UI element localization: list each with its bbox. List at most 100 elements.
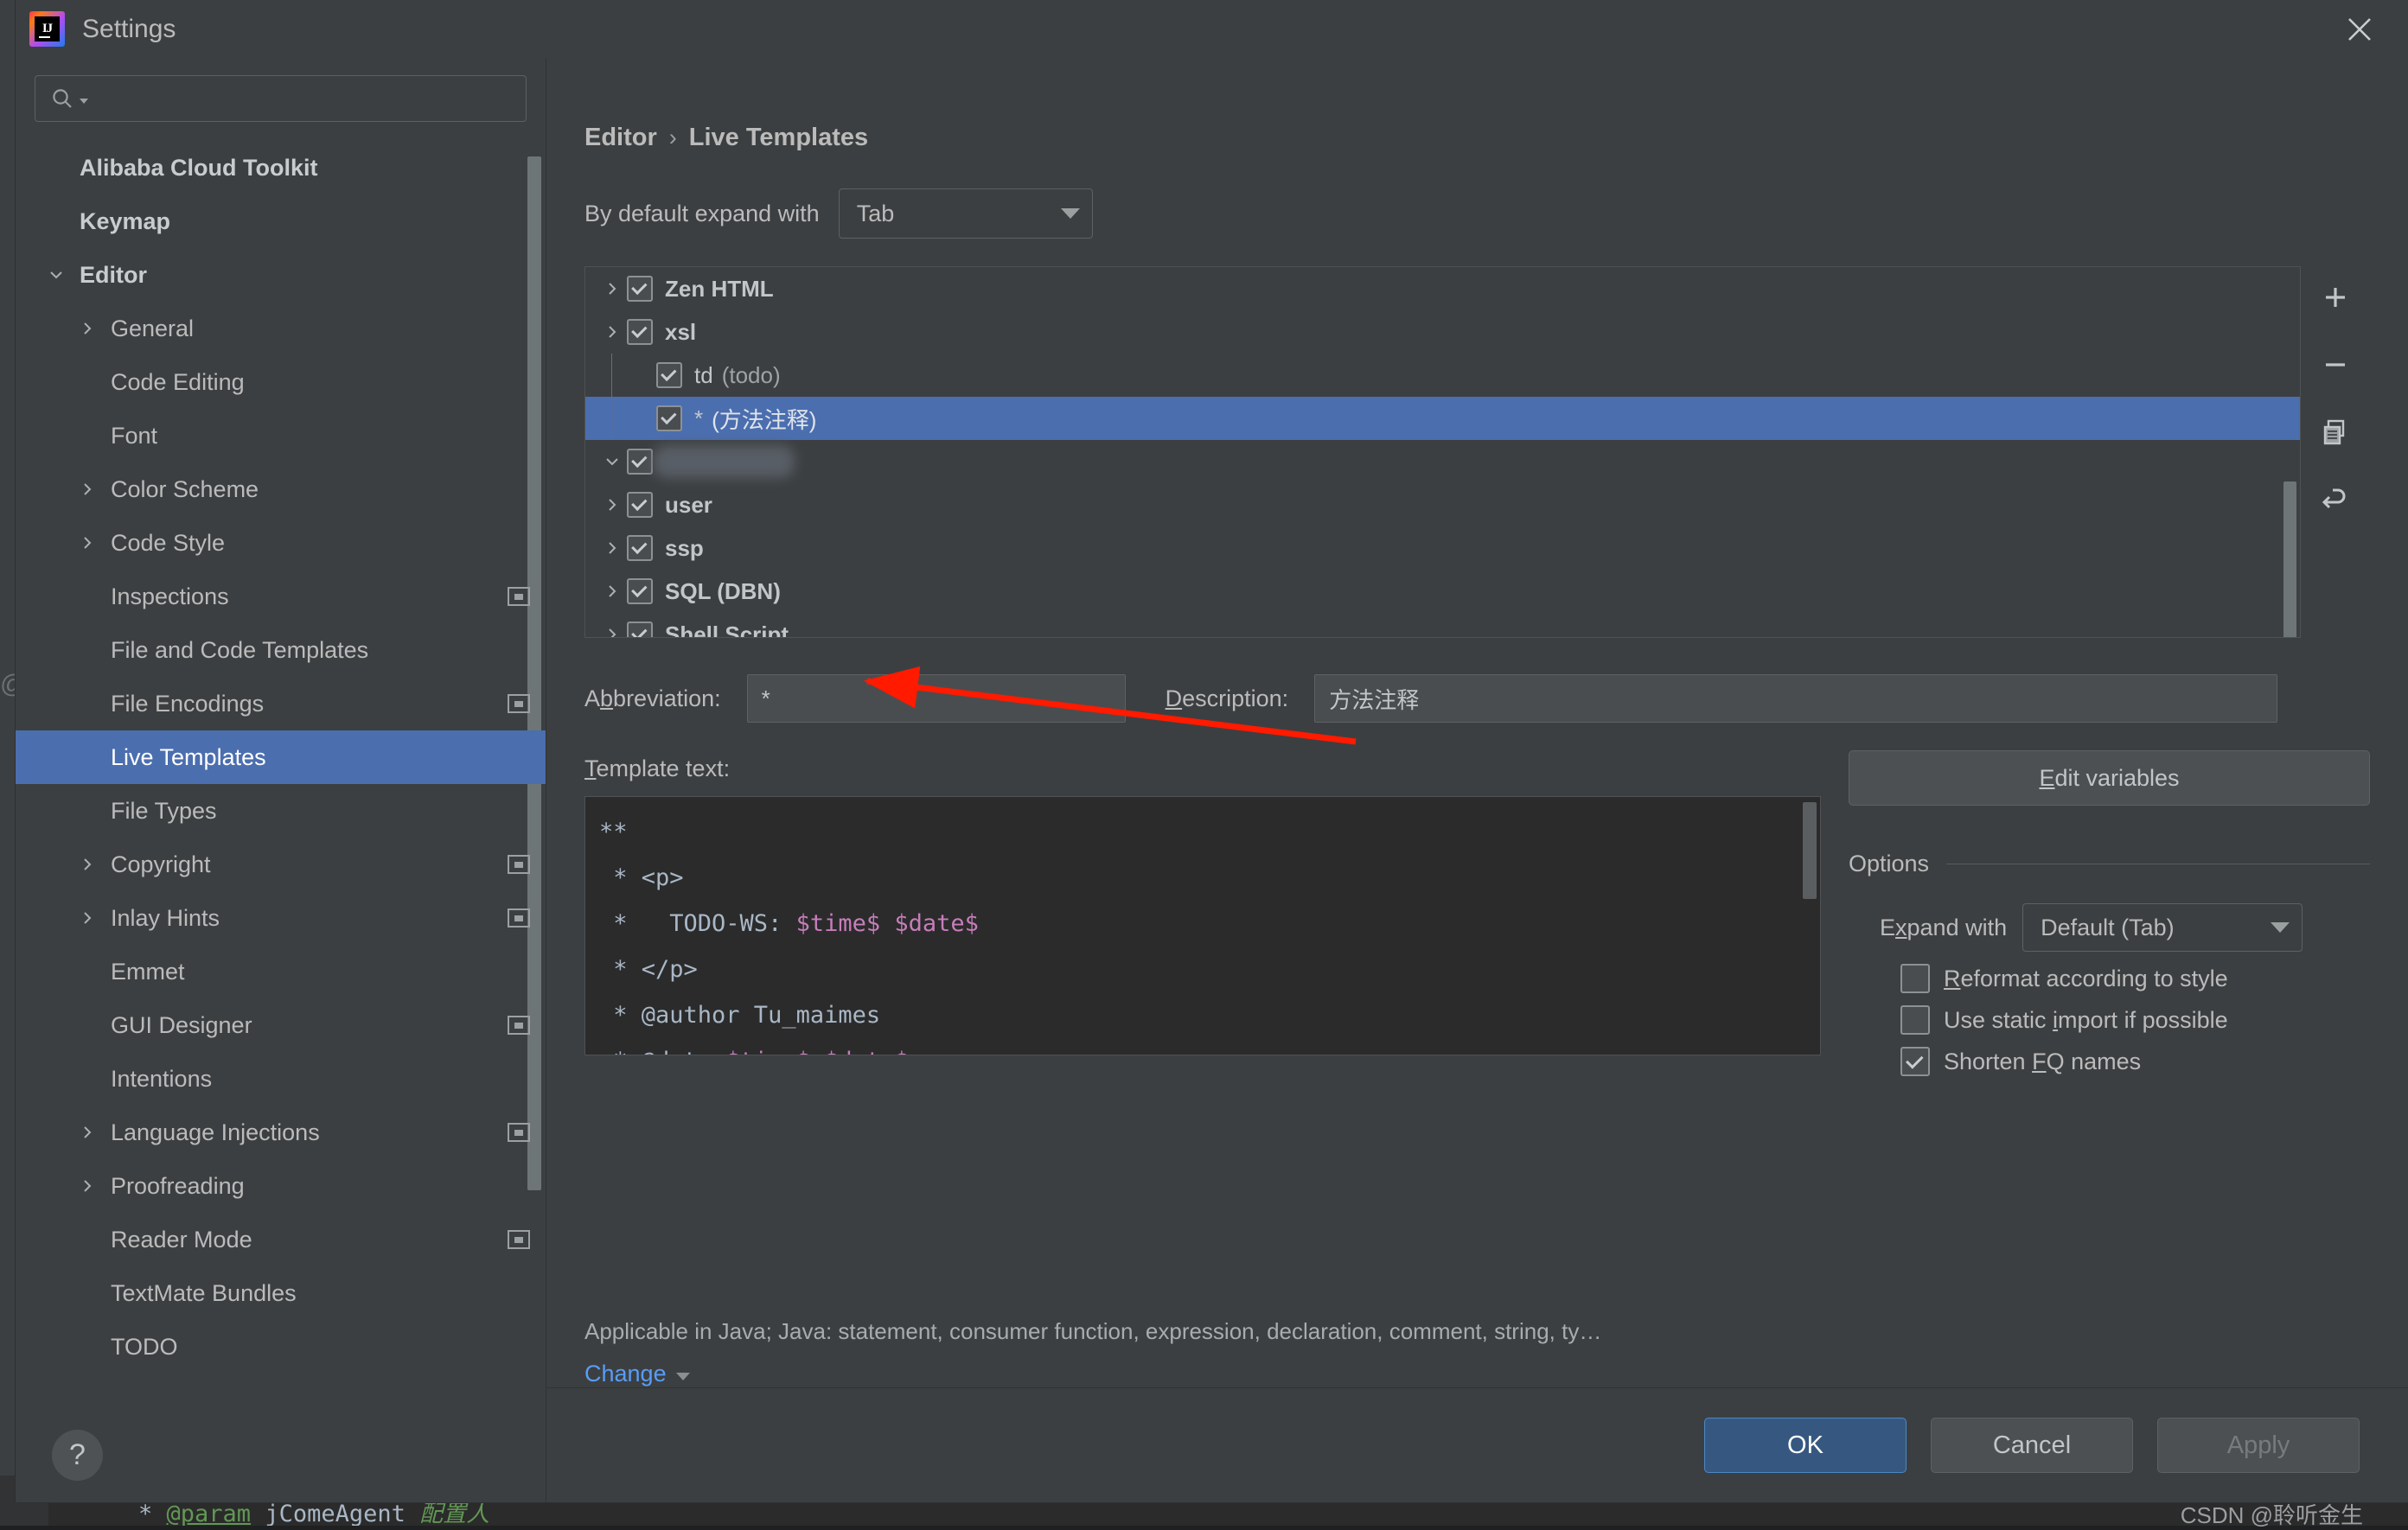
sidebar-tree[interactable]: Alibaba Cloud ToolkitKeymapEditor General… xyxy=(16,141,546,1407)
sidebar-item-todo[interactable]: TODO xyxy=(16,1320,546,1374)
template-tree-row[interactable]: xsl xyxy=(585,310,2300,354)
template-tree-row[interactable] xyxy=(585,440,2300,483)
search-box[interactable] xyxy=(35,75,527,122)
sidebar-item-label: Copyright xyxy=(111,851,211,878)
sidebar-item-copyright[interactable]: Copyright xyxy=(16,838,546,891)
sidebar-item-code-editing[interactable]: Code Editing xyxy=(16,355,546,409)
template-tree-row[interactable]: Shell Script xyxy=(585,613,2300,638)
template-text-editor[interactable]: ** * <p> * TODO-WS: $time$ $date$ * </p>… xyxy=(584,796,1821,1055)
watermark: CSDN @聆听金生 xyxy=(2181,1498,2363,1530)
sidebar-item-inlay-hints[interactable]: Inlay Hints xyxy=(16,891,546,945)
option-checkbox-row[interactable]: Reformat according to style xyxy=(1849,964,2370,993)
applicable-context-text: Applicable in Java; Java: statement, con… xyxy=(584,1318,2370,1345)
sidebar-item-inspections[interactable]: Inspections xyxy=(16,570,546,623)
sidebar-item-reader-mode[interactable]: Reader Mode xyxy=(16,1213,546,1266)
chevron-right-icon[interactable] xyxy=(76,857,99,872)
sidebar-item-file-and-code-templates[interactable]: File and Code Templates xyxy=(16,623,546,677)
template-tree-row[interactable]: ssp xyxy=(585,526,2300,570)
sidebar-item-alibaba-cloud-toolkit[interactable]: Alibaba Cloud Toolkit xyxy=(16,141,546,194)
sidebar-item-font[interactable]: Font xyxy=(16,409,546,462)
template-text-segment: * @author Tu_maimes xyxy=(599,1002,880,1029)
sidebar-item-editor[interactable]: Editor xyxy=(16,248,546,302)
chevron-right-icon[interactable] xyxy=(597,497,627,513)
template-tree-row[interactable]: SQL (DBN) xyxy=(585,570,2300,613)
sidebar-item-intentions[interactable]: Intentions xyxy=(16,1052,546,1106)
code-param-tag: @param xyxy=(167,1501,252,1526)
chevron-down-icon[interactable] xyxy=(597,454,627,469)
description-input[interactable] xyxy=(1314,674,2277,723)
project-scope-icon xyxy=(508,855,530,874)
template-checkbox[interactable] xyxy=(627,535,653,561)
sidebar-item-label: Language Injections xyxy=(111,1119,320,1146)
sidebar-item-language-injections[interactable]: Language Injections xyxy=(16,1106,546,1159)
breadcrumb-root[interactable]: Editor xyxy=(584,124,657,152)
sidebar-item-proofreading[interactable]: Proofreading xyxy=(16,1159,546,1213)
chevron-right-icon[interactable] xyxy=(597,540,627,556)
search-dropdown-icon[interactable] xyxy=(80,99,88,104)
chevron-down-icon xyxy=(1061,208,1080,219)
template-tree-row[interactable]: Zen HTML xyxy=(585,267,2300,310)
sidebar-item-keymap[interactable]: Keymap xyxy=(16,194,546,248)
option-checkbox-row[interactable]: Use static import if possible xyxy=(1849,1005,2370,1035)
template-tree-row[interactable]: td(todo) xyxy=(585,354,2300,397)
sidebar-item-emmet[interactable]: Emmet xyxy=(16,945,546,998)
chevron-right-icon[interactable] xyxy=(76,910,99,926)
redacted-group-name xyxy=(653,445,795,478)
sidebar-item-code-style[interactable]: Code Style xyxy=(16,516,546,570)
option-checkbox[interactable] xyxy=(1900,1047,1930,1076)
edit-variables-label: Edit variables xyxy=(2039,765,2179,792)
sidebar-item-label: General xyxy=(111,316,194,342)
template-checkbox[interactable] xyxy=(627,449,653,475)
duplicate-template-button[interactable] xyxy=(2313,411,2358,456)
sidebar-item-file-types[interactable]: File Types xyxy=(16,784,546,838)
sidebar-item-live-templates[interactable]: Live Templates xyxy=(16,730,546,784)
template-tree-row[interactable]: *(方法注释) xyxy=(585,397,2300,440)
chevron-right-icon[interactable] xyxy=(76,481,99,497)
remove-template-button[interactable] xyxy=(2313,344,2358,389)
abbreviation-input[interactable] xyxy=(747,674,1126,723)
ok-button[interactable]: OK xyxy=(1704,1418,1907,1473)
template-text-scrollbar[interactable] xyxy=(1803,802,1817,899)
change-context-link[interactable]: Change xyxy=(584,1361,690,1387)
option-checkbox[interactable] xyxy=(1900,1005,1930,1035)
template-tree-row[interactable]: user xyxy=(585,483,2300,526)
template-checkbox[interactable] xyxy=(627,276,653,302)
code-comment-cn: 配置人 xyxy=(419,1501,489,1526)
options-expand-combobox[interactable]: Default (Tab) xyxy=(2022,903,2303,952)
options-expand-value: Default (Tab) xyxy=(2041,915,2175,941)
help-button[interactable]: ? xyxy=(52,1430,103,1481)
default-expand-combobox[interactable]: Tab xyxy=(839,188,1093,239)
chevron-right-icon[interactable] xyxy=(76,535,99,551)
search-input[interactable] xyxy=(94,86,526,112)
chevron-right-icon[interactable] xyxy=(76,1125,99,1140)
chevron-right-icon[interactable] xyxy=(597,281,627,296)
dialog-title: Settings xyxy=(82,15,176,44)
chevron-right-icon[interactable] xyxy=(597,627,627,638)
edit-variables-button[interactable]: Edit variables xyxy=(1849,750,2370,806)
template-checkbox[interactable] xyxy=(656,362,682,388)
sidebar-item-textmate-bundles[interactable]: TextMate Bundles xyxy=(16,1266,546,1320)
breadcrumb-leaf: Live Templates xyxy=(689,124,868,152)
template-checkbox[interactable] xyxy=(627,492,653,518)
option-checkbox-row[interactable]: Shorten FQ names xyxy=(1849,1047,2370,1076)
template-checkbox[interactable] xyxy=(627,578,653,604)
cancel-button[interactable]: Cancel xyxy=(1931,1418,2133,1473)
add-template-button[interactable] xyxy=(2313,277,2358,322)
template-checkbox[interactable] xyxy=(656,405,682,431)
sidebar-item-color-scheme[interactable]: Color Scheme xyxy=(16,462,546,516)
chevron-right-icon[interactable] xyxy=(76,1178,99,1194)
sidebar-item-file-encodings[interactable]: File Encodings xyxy=(16,677,546,730)
close-icon[interactable] xyxy=(2311,0,2408,58)
template-checkbox[interactable] xyxy=(627,622,653,638)
template-tree[interactable]: Zen HTMLxsltd(todo)*(方法注释) usersspSQL (DB… xyxy=(584,266,2301,638)
option-checkbox[interactable] xyxy=(1900,964,1930,993)
sidebar-item-general[interactable]: General xyxy=(16,302,546,355)
chevron-down-icon[interactable] xyxy=(45,267,67,283)
revert-template-button[interactable] xyxy=(2313,479,2358,524)
chevron-right-icon[interactable] xyxy=(597,583,627,599)
chevron-right-icon[interactable] xyxy=(597,324,627,340)
template-tree-scrollbar[interactable] xyxy=(2283,481,2296,638)
sidebar-item-gui-designer[interactable]: GUI Designer xyxy=(16,998,546,1052)
template-checkbox[interactable] xyxy=(627,319,653,345)
chevron-right-icon[interactable] xyxy=(76,321,99,336)
